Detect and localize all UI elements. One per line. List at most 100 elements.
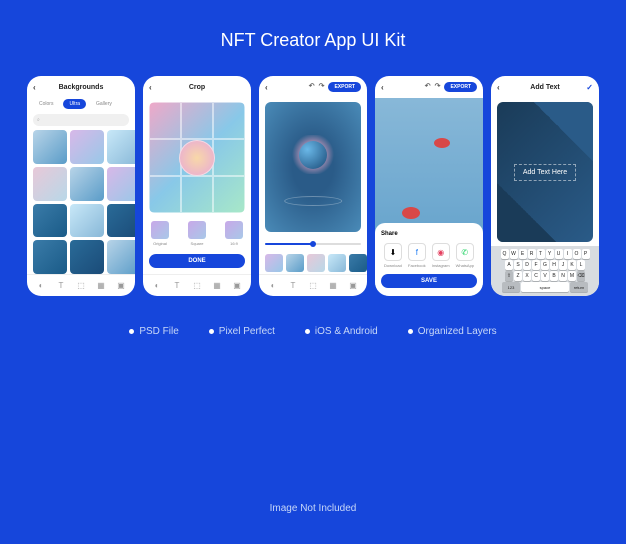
nav-crop-icon[interactable]: ⬚ (308, 281, 318, 291)
key[interactable]: C (532, 271, 540, 281)
nav-contrast-icon[interactable]: ◐ (268, 281, 278, 291)
nav-text-icon[interactable]: T (172, 281, 182, 291)
key[interactable]: S (514, 260, 522, 270)
redo-icon[interactable]: ↷ (319, 82, 325, 92)
thumbnail[interactable] (107, 204, 136, 238)
artwork-ripple (284, 196, 342, 206)
back-icon[interactable]: ‹ (381, 83, 384, 92)
key[interactable]: D (523, 260, 531, 270)
key-space[interactable]: space (521, 282, 569, 292)
share-whatsapp[interactable]: ✆WhatsApp (456, 243, 474, 268)
thumbnail[interactable] (107, 130, 136, 164)
thumbnail[interactable] (70, 204, 104, 238)
ratio-original[interactable]: Original (149, 221, 171, 246)
ratio-square[interactable]: Square (186, 221, 208, 246)
intensity-slider[interactable] (265, 240, 361, 248)
key[interactable]: W (510, 249, 518, 259)
key[interactable]: R (528, 249, 536, 259)
facebook-icon: f (408, 243, 426, 261)
nav-layers-icon[interactable]: ▦ (96, 281, 106, 291)
thumbnail[interactable] (107, 240, 136, 274)
key[interactable]: Z (514, 271, 522, 281)
done-button[interactable]: DONE (149, 254, 245, 268)
key[interactable]: X (523, 271, 531, 281)
key[interactable]: F (532, 260, 540, 270)
export-button[interactable]: EXPORT (444, 82, 477, 92)
key[interactable]: L (577, 260, 585, 270)
key[interactable]: M (568, 271, 576, 281)
tab-ultra[interactable]: Ultra (63, 99, 86, 109)
nav-image-icon[interactable]: ▣ (348, 281, 358, 291)
key-123[interactable]: 123 (502, 282, 520, 292)
preview-canvas[interactable] (265, 102, 361, 232)
key[interactable]: K (568, 260, 576, 270)
undo-icon[interactable]: ↶ (309, 82, 315, 92)
key-shift[interactable]: ⇧ (505, 271, 513, 281)
filter-option[interactable] (328, 254, 346, 272)
bottom-nav: ◐ T ⬚ ▦ ▣ (259, 274, 367, 296)
ratio-16-9[interactable]: 16:9 (223, 221, 245, 246)
filter-option[interactable] (286, 254, 304, 272)
tab-colors[interactable]: Colors (33, 99, 59, 109)
nav-text-icon[interactable]: T (56, 281, 66, 291)
redo-icon[interactable]: ↷ (435, 82, 441, 92)
thumbnail[interactable] (70, 167, 104, 201)
nav-layers-icon[interactable]: ▦ (328, 281, 338, 291)
key[interactable]: B (550, 271, 558, 281)
header: ‹ Crop (143, 76, 251, 98)
nav-contrast-icon[interactable]: ◐ (152, 281, 162, 291)
key[interactable]: V (541, 271, 549, 281)
artwork-sphere (299, 141, 327, 169)
key[interactable]: O (573, 249, 581, 259)
nav-text-icon[interactable]: T (288, 281, 298, 291)
key[interactable]: J (559, 260, 567, 270)
share-instagram[interactable]: ◉Instagram (432, 243, 450, 268)
share-facebook[interactable]: fFacebook (408, 243, 426, 268)
key[interactable]: N (559, 271, 567, 281)
confirm-icon[interactable]: ✓ (586, 83, 593, 92)
search-input[interactable]: ⌕ (33, 114, 129, 126)
nav-image-icon[interactable]: ▣ (116, 281, 126, 291)
back-icon[interactable]: ‹ (149, 83, 152, 92)
nav-layers-icon[interactable]: ▦ (212, 281, 222, 291)
back-icon[interactable]: ‹ (497, 83, 500, 92)
screen-preview: ‹ ↶ ↷ EXPORT ◐ T ⬚ ▦ ▣ (259, 76, 367, 296)
thumbnail[interactable] (33, 130, 67, 164)
back-icon[interactable]: ‹ (265, 83, 268, 92)
thumbnail[interactable] (107, 167, 136, 201)
text-canvas[interactable]: Add Text Here (497, 102, 593, 242)
filter-option[interactable] (307, 254, 325, 272)
key[interactable]: T (537, 249, 545, 259)
nav-crop-icon[interactable]: ⬚ (76, 281, 86, 291)
nav-image-icon[interactable]: ▣ (232, 281, 242, 291)
filter-option[interactable] (349, 254, 367, 272)
share-sheet: Share ⬇Download fFacebook ◉Instagram ✆Wh… (375, 223, 483, 296)
key[interactable]: Y (546, 249, 554, 259)
nav-crop-icon[interactable]: ⬚ (192, 281, 202, 291)
thumbnail[interactable] (33, 204, 67, 238)
thumbnail[interactable] (70, 130, 104, 164)
key-backspace[interactable]: ⌫ (577, 271, 585, 281)
key[interactable]: G (541, 260, 549, 270)
key[interactable]: P (582, 249, 590, 259)
share-download[interactable]: ⬇Download (384, 243, 402, 268)
thumbnail[interactable] (70, 240, 104, 274)
thumbnail[interactable] (33, 240, 67, 274)
key[interactable]: I (564, 249, 572, 259)
key-return[interactable]: return (570, 282, 588, 292)
filter-option[interactable] (265, 254, 283, 272)
back-icon[interactable]: ‹ (33, 83, 36, 92)
thumbnail[interactable] (33, 167, 67, 201)
save-button[interactable]: SAVE (381, 274, 477, 288)
key[interactable]: U (555, 249, 563, 259)
key[interactable]: H (550, 260, 558, 270)
key[interactable]: A (505, 260, 513, 270)
export-button[interactable]: EXPORT (328, 82, 361, 92)
key[interactable]: Q (501, 249, 509, 259)
tab-gallery[interactable]: Gallery (90, 99, 118, 109)
key[interactable]: E (519, 249, 527, 259)
header: ‹ Backgrounds (27, 76, 135, 98)
nav-contrast-icon[interactable]: ◐ (36, 281, 46, 291)
undo-icon[interactable]: ↶ (425, 82, 431, 92)
crop-canvas[interactable] (149, 102, 245, 213)
